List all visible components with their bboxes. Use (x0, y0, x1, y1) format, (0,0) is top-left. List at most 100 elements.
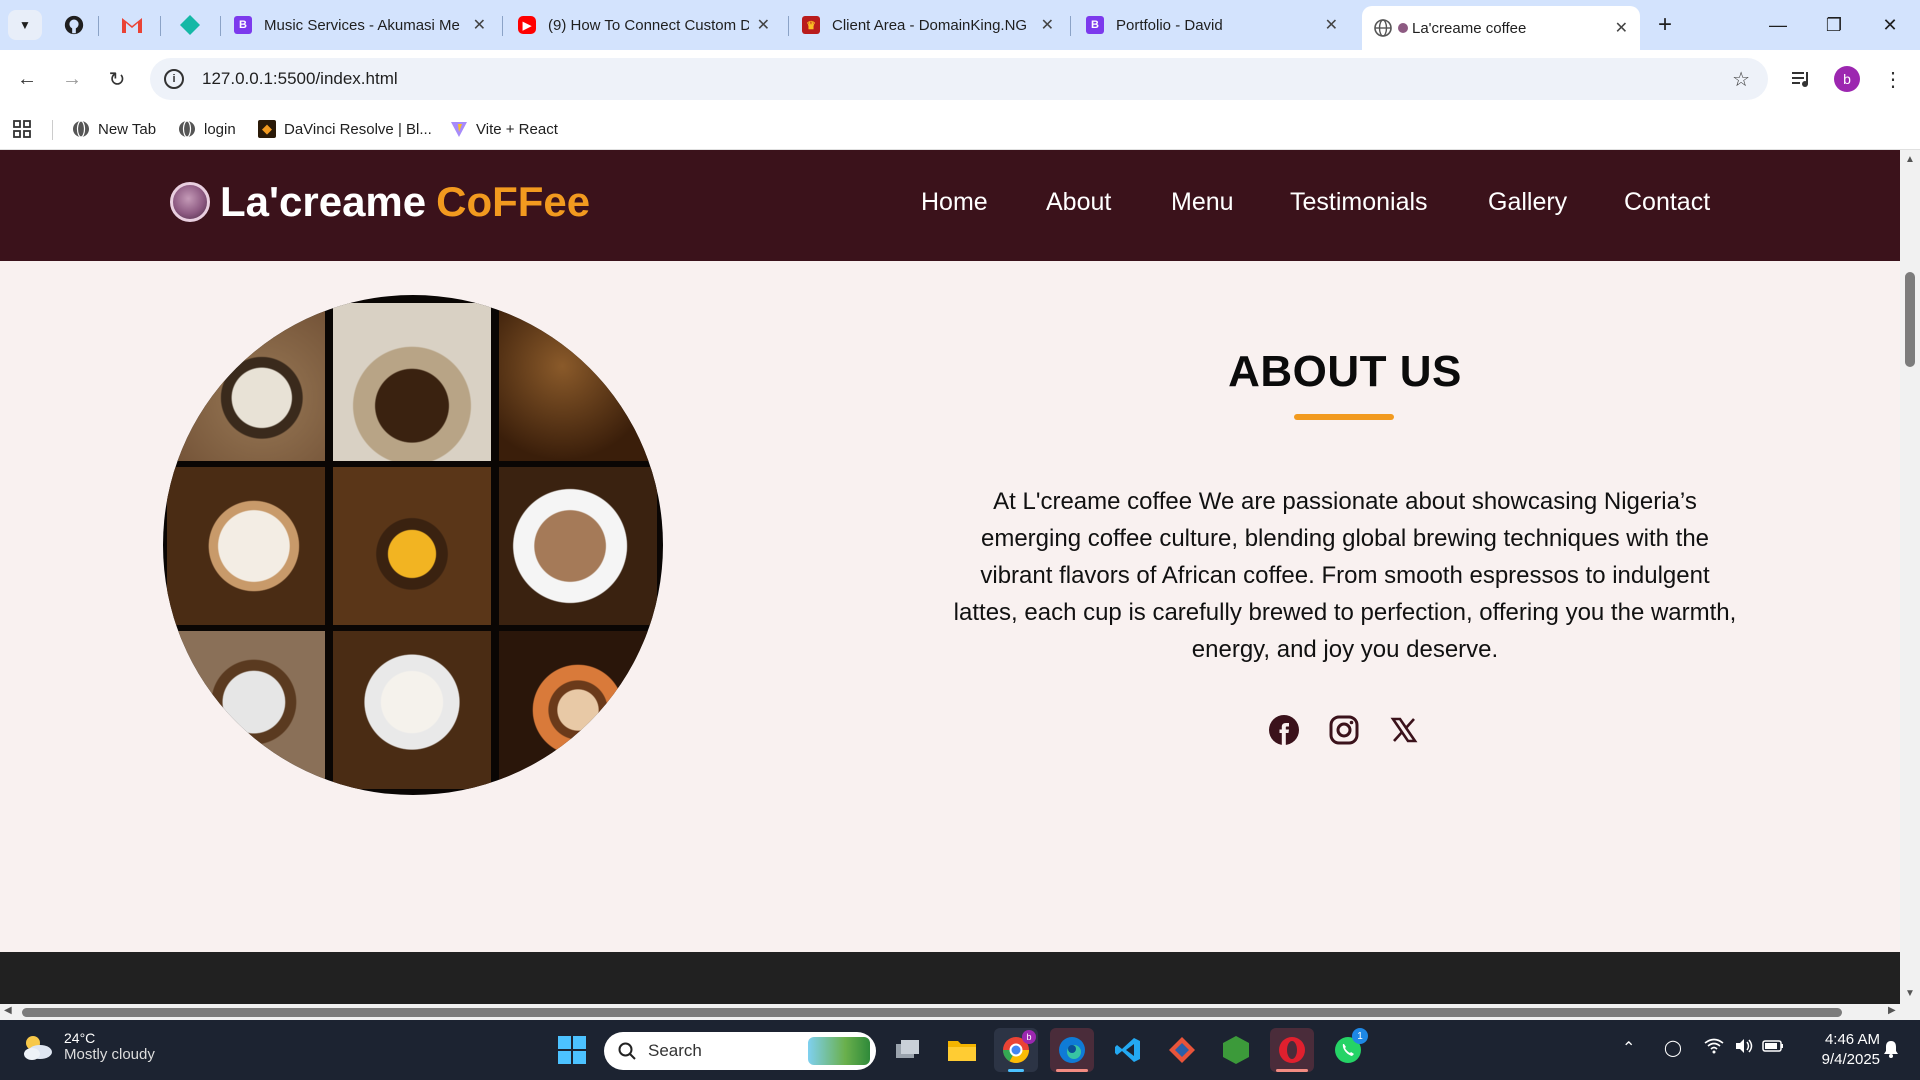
windows-taskbar: 24°C Mostly cloudy Search b 1 ⌃ ◯ 4:46 A… (0, 1020, 1920, 1080)
battery-icon[interactable] (1762, 1038, 1784, 1059)
opera-taskbar-button[interactable] (1270, 1028, 1314, 1072)
bookmarks-bar: New Tab login ◆ DaVinci Resolve | Bl... … (0, 108, 1920, 150)
nav-menu[interactable]: Menu (1171, 188, 1234, 217)
vertical-scrollbar[interactable]: ▲ ▼ (1900, 150, 1920, 1004)
tab-search-button[interactable]: ▼ (8, 10, 42, 40)
weather-widget[interactable]: 24°C Mostly cloudy (20, 1030, 155, 1063)
nav-home[interactable]: Home (921, 188, 988, 217)
profile-button[interactable]: b (1832, 64, 1862, 94)
bookmark-davinci[interactable]: ◆ DaVinci Resolve | Bl... (258, 116, 432, 142)
whatsapp-taskbar-button[interactable]: 1 (1326, 1028, 1370, 1072)
minimize-button[interactable]: — (1750, 8, 1806, 42)
bookmark-new-tab[interactable]: New Tab (72, 116, 156, 142)
restore-button[interactable]: ❐ (1806, 8, 1862, 42)
system-clock[interactable]: 4:46 AM 9/4/2025 (1800, 1030, 1880, 1070)
close-tab-icon[interactable]: ✕ (1041, 15, 1054, 35)
vscode-taskbar-button[interactable] (1106, 1028, 1150, 1072)
tab-domainking[interactable]: ♛ Client Area - DomainKing.NG ✕ (790, 8, 1066, 42)
bookmark-star-icon[interactable]: ☆ (1732, 67, 1750, 92)
close-tab-icon[interactable]: ✕ (1325, 15, 1338, 35)
edge-icon (1059, 1037, 1085, 1063)
search-icon (618, 1042, 636, 1060)
start-button[interactable] (550, 1028, 594, 1072)
horizontal-scroll-thumb[interactable] (22, 1008, 1842, 1017)
globe-icon (1374, 19, 1392, 37)
chrome-menu-button[interactable]: ⋮ (1878, 64, 1908, 94)
queue-music-icon (1792, 72, 1808, 87)
tab-portfolio[interactable]: B Portfolio - David ✕ (1074, 8, 1350, 42)
gmail-pinned-tab[interactable] (114, 10, 150, 40)
youtube-icon: ▶ (518, 16, 536, 34)
close-tab-icon[interactable]: ✕ (757, 15, 770, 35)
gmail-icon (122, 18, 142, 33)
show-hidden-icons-button[interactable]: ⌃ (1622, 1038, 1635, 1058)
git-app-taskbar-button[interactable] (1160, 1028, 1204, 1072)
close-tab-icon[interactable]: ✕ (473, 15, 486, 35)
bootstrap-icon: B (1086, 16, 1104, 34)
volume-icon[interactable] (1734, 1038, 1754, 1059)
search-highlight-image (808, 1037, 870, 1065)
facebook-icon[interactable] (1266, 712, 1302, 748)
coffee-cup-icon (170, 182, 210, 222)
bookmark-login[interactable]: login (178, 116, 236, 142)
address-bar[interactable]: i 127.0.0.1:5500/index.html ☆ (150, 58, 1768, 100)
notification-badge: 1 (1352, 1028, 1368, 1044)
crown-icon: ♛ (802, 16, 820, 34)
title-underline (1294, 414, 1394, 420)
git-diamond-icon (1169, 1037, 1195, 1063)
github-pinned-tab[interactable] (56, 10, 92, 40)
github-icon (64, 15, 84, 35)
reload-button[interactable]: ↻ (102, 64, 132, 94)
notifications-bell-icon[interactable] (1882, 1040, 1900, 1063)
globe-icon (178, 120, 196, 138)
node-app-taskbar-button[interactable] (1214, 1028, 1258, 1072)
close-tab-icon[interactable]: ✕ (1615, 18, 1628, 38)
taskbar-search[interactable]: Search (604, 1032, 876, 1070)
media-control-button[interactable] (1786, 64, 1816, 94)
next-section (0, 952, 1900, 1004)
back-button[interactable]: ← (12, 64, 42, 94)
chrome-taskbar-button[interactable]: b (994, 1028, 1038, 1072)
url-text[interactable]: 127.0.0.1:5500/index.html (202, 69, 398, 89)
instagram-icon[interactable] (1326, 712, 1362, 748)
avatar: b (1834, 66, 1860, 92)
browser-toolbar: ← → ↻ i 127.0.0.1:5500/index.html ☆ b ⋮ (0, 50, 1920, 108)
bootstrap-icon: B (234, 16, 252, 34)
vscode-icon (1115, 1038, 1140, 1062)
vite-icon (450, 120, 468, 138)
apps-grid-icon (13, 120, 31, 138)
task-view-icon (896, 1040, 919, 1058)
nav-gallery[interactable]: Gallery (1488, 188, 1567, 217)
nav-about[interactable]: About (1046, 188, 1111, 217)
folder-icon (948, 1041, 976, 1061)
tab-youtube[interactable]: ▶ (9) How To Connect Custom D ✕ (506, 8, 782, 42)
cloudy-weather-icon (24, 1035, 52, 1060)
windows-icon (558, 1036, 586, 1064)
about-title: ABOUT US (1228, 347, 1462, 396)
tab-lacreame-active[interactable]: La'creame coffee ✕ (1362, 6, 1640, 50)
file-explorer-button[interactable] (940, 1028, 984, 1072)
new-tab-button[interactable]: + (1650, 10, 1680, 40)
close-window-button[interactable]: ✕ (1862, 8, 1918, 42)
x-icon[interactable] (1386, 712, 1422, 748)
wifi-icon[interactable] (1704, 1038, 1724, 1059)
nav-contact[interactable]: Contact (1624, 188, 1710, 217)
coffee-collage-image (163, 295, 663, 795)
profile-badge-icon: b (1022, 1030, 1036, 1044)
site-logo[interactable]: La'creame CoFFee (170, 178, 590, 226)
bookmark-vite-react[interactable]: Vite + React (450, 116, 558, 142)
site-navbar: La'creame CoFFee Home About Menu Testimo… (0, 150, 1900, 261)
tab-music-services[interactable]: B Music Services - Akumasi Me ✕ (222, 8, 498, 42)
sync-tray-icon[interactable]: ◯ (1664, 1038, 1682, 1058)
task-view-button[interactable] (886, 1028, 930, 1072)
vertical-scroll-thumb[interactable] (1905, 272, 1915, 367)
about-paragraph: At L'creame coffee We are passionate abo… (953, 488, 1737, 663)
nav-testimonials[interactable]: Testimonials (1290, 188, 1428, 217)
web-page: La'creame CoFFee Home About Menu Testimo… (0, 150, 1900, 1004)
apps-button[interactable] (12, 116, 32, 142)
edge-taskbar-button[interactable] (1050, 1028, 1094, 1072)
forward-button[interactable]: → (57, 64, 87, 94)
site-info-icon[interactable]: i (164, 69, 184, 89)
horizontal-scrollbar[interactable]: ◀ ▶ (0, 1004, 1920, 1020)
pinned-app-tab[interactable] (172, 10, 208, 40)
